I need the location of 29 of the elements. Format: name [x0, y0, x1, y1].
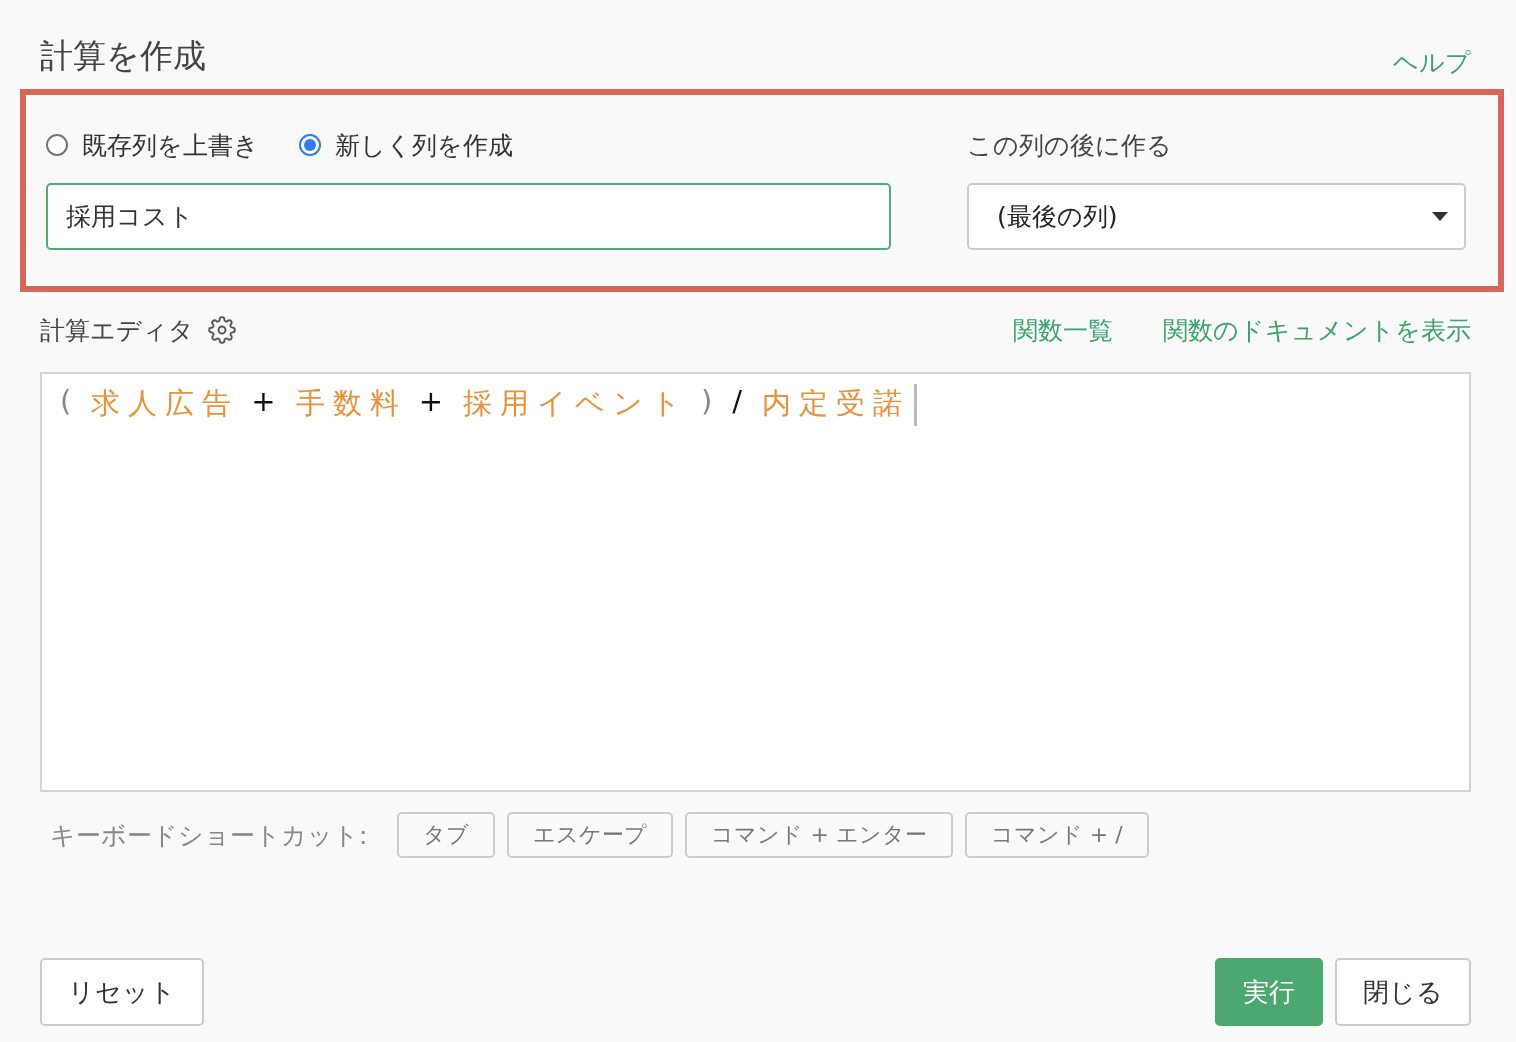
- formula-token: 求人広告: [91, 385, 240, 422]
- radio-button[interactable]: [299, 134, 321, 156]
- formula-editor[interactable]: ( 求人広告 + 手数料 + 採用イベント ) / 内定受諾: [40, 372, 1471, 792]
- formula-token: ): [700, 384, 721, 418]
- formula-token: +: [418, 384, 451, 418]
- caret-icon: [1432, 212, 1448, 221]
- shortcuts-label: キーボードショートカット:: [50, 819, 368, 852]
- shortcut-key: コマンド + /: [964, 812, 1149, 858]
- shortcut-key: タブ: [397, 812, 496, 858]
- dialog-title: 計算を作成: [40, 35, 206, 77]
- editor-label: 計算エディタ: [40, 314, 194, 347]
- formula-token: (: [60, 384, 80, 418]
- close-button[interactable]: 閉じる: [1335, 958, 1471, 1026]
- formula-token: 手数料: [295, 385, 407, 422]
- formula-token: +: [251, 384, 284, 418]
- formula-token: /: [732, 384, 751, 418]
- insert-after-dropdown[interactable]: (最後の列): [967, 183, 1466, 250]
- shortcut-key: エスケープ: [507, 812, 674, 858]
- reset-button[interactable]: リセット: [40, 958, 204, 1026]
- settings-icon[interactable]: [208, 316, 236, 344]
- insert-after-label: この列の後に作る: [967, 129, 1173, 161]
- formula-token: 内定受諾: [762, 385, 911, 422]
- radio-label: 既存列を上書き: [82, 129, 259, 162]
- shortcut-key: コマンド + エンター: [685, 812, 953, 858]
- text-cursor: [914, 384, 918, 426]
- column-name-field[interactable]: 採用コスト: [46, 183, 891, 250]
- formula-token: 採用イベント: [462, 385, 689, 422]
- radio-label: 新しく列を作成: [335, 129, 513, 162]
- radio-button[interactable]: [46, 134, 68, 156]
